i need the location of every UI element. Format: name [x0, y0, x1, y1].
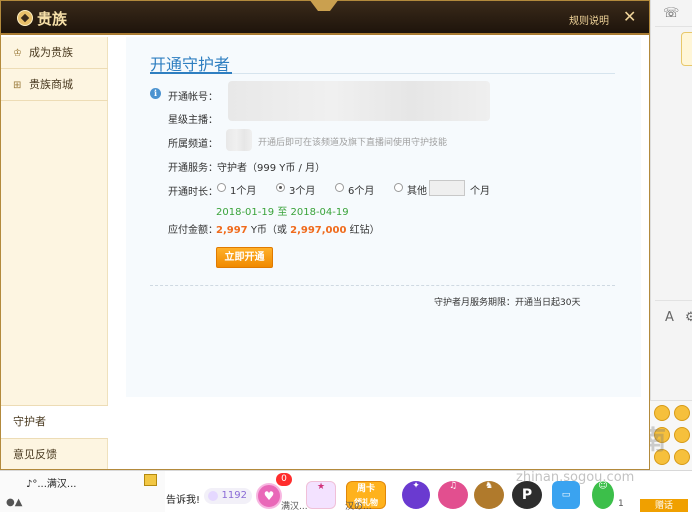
- screen-icon[interactable]: ▭: [552, 481, 580, 509]
- service-label: 开通服务：: [168, 163, 218, 174]
- sign-in-icon[interactable]: ★: [306, 481, 336, 509]
- title-ornament: [309, 0, 339, 11]
- modal-sidebar: ♔ 成为贵族 ⊞ 贵族商城 守护者 意见反馈: [1, 37, 108, 469]
- date-end: 2018-04-19: [290, 207, 349, 218]
- duration-option-label: 6个月: [348, 186, 375, 197]
- amount-red-diamond: 2,997,000: [290, 225, 347, 236]
- channel-list: ♪°...满汉... ●▲: [0, 471, 165, 512]
- chat-text: 满汉...: [281, 502, 308, 512]
- title-underline: [150, 72, 232, 74]
- amount-value: 2,997 Y币（或 2,997,000 红钻）: [216, 221, 380, 236]
- phone-icon[interactable]: ☏: [663, 6, 679, 21]
- sidebar-item-guardian[interactable]: 守护者: [1, 405, 108, 438]
- emoji-icon[interactable]: [674, 427, 690, 443]
- service-period-note: 守护者月服务期限：开通当日起30天: [434, 298, 581, 308]
- other-months-input[interactable]: [429, 180, 465, 196]
- amount-label: 应付金额：: [168, 225, 218, 236]
- divider: [655, 300, 692, 301]
- chat-bubble: [681, 32, 692, 66]
- modal-titlebar: 贵族 规则说明 ✕: [1, 0, 649, 35]
- blurred-account: [228, 81, 490, 121]
- duration-option-label: 1个月: [230, 186, 257, 197]
- emoji-icon[interactable]: [674, 405, 690, 421]
- chat-text: 告诉我!: [166, 495, 201, 506]
- amount-unit: Y币（或: [250, 225, 287, 236]
- horse-icon[interactable]: ♞: [474, 481, 504, 509]
- service-dates: 2018-01-19 至 2018-04-19: [216, 203, 349, 218]
- months-unit: 个月: [470, 186, 490, 197]
- heart-icon[interactable]: ♥: [256, 483, 282, 509]
- modal-title: 贵族: [37, 10, 68, 28]
- amount-ycoin: 2,997: [216, 225, 248, 236]
- channel-hint: 开通后即可在该频道及旗下直播间使用守护技能: [258, 138, 448, 148]
- sidebar-item-label: 守护者: [13, 415, 46, 428]
- crown-icon: ♔: [13, 48, 22, 59]
- sidebar-item-label: 成为贵族: [29, 46, 73, 59]
- sidebar-item-feedback[interactable]: 意见反馈: [1, 438, 108, 471]
- blurred-channel: [226, 129, 252, 151]
- p-icon[interactable]: P: [512, 481, 542, 509]
- weekly-card-label: 周卡: [356, 484, 375, 494]
- gift-icon[interactable]: [144, 474, 157, 486]
- watermark-url: zhinan.sogou.com: [516, 470, 635, 485]
- date-start: 2018-01-19: [216, 207, 275, 218]
- emoji-icon[interactable]: [654, 405, 670, 421]
- duration-radio-1[interactable]: [217, 183, 226, 192]
- count-text: 1: [618, 499, 624, 509]
- rules-link[interactable]: 规则说明: [569, 12, 609, 27]
- date-to: 至: [277, 207, 288, 218]
- duration-radio-other[interactable]: [394, 183, 403, 192]
- popularity-count: 1192: [204, 488, 252, 504]
- game-icon[interactable]: ✦: [402, 481, 430, 509]
- sidebar-item-become-noble[interactable]: ♔ 成为贵族: [1, 37, 108, 69]
- notification-badge: 0: [276, 473, 292, 486]
- noble-modal: 贵族 规则说明 ✕ ♔ 成为贵族 ⊞ 贵族商城 守护者 意见反馈 开通守护者 i 开…: [0, 0, 650, 470]
- settings-icon[interactable]: ⚙: [685, 310, 692, 325]
- duration-radio-6[interactable]: [335, 183, 344, 192]
- music-icon[interactable]: ♫: [438, 481, 468, 509]
- cart-icon: ⊞: [13, 80, 22, 91]
- channel-item[interactable]: ♪°...满汉...: [26, 475, 76, 490]
- duration-label: 开通时长：: [168, 187, 218, 198]
- dashed-divider: [150, 285, 615, 286]
- sidebar-item-noble-mall[interactable]: ⊞ 贵族商城: [1, 69, 108, 101]
- channel-label: 所属频道：: [168, 139, 218, 150]
- sidebar-item-label: 贵族商城: [29, 78, 73, 91]
- sidebar-item-label: 意见反馈: [13, 448, 57, 461]
- gift-send-button[interactable]: 赠话: [640, 499, 688, 512]
- service-value: 守护者（999 Y币 / 月）: [217, 163, 326, 174]
- font-icon[interactable]: A: [665, 310, 674, 325]
- info-icon[interactable]: i: [150, 88, 161, 99]
- user-icon[interactable]: ●▲: [6, 497, 22, 508]
- duration-radio-3[interactable]: [276, 183, 285, 192]
- account-label: 开通帐号：: [168, 92, 218, 103]
- divider: [655, 26, 692, 27]
- duration-option-label: 3个月: [289, 186, 316, 197]
- open-now-button[interactable]: 立即开通: [216, 247, 273, 268]
- anchor-label: 星级主播：: [168, 115, 218, 126]
- game2-icon[interactable]: ☺: [592, 481, 614, 509]
- amount-alt-unit: 红钻）: [349, 225, 380, 236]
- noble-logo-icon: [17, 10, 33, 26]
- emoji-icon[interactable]: [674, 449, 690, 465]
- guardian-form: 开通守护者 i 开通帐号： 星级主播： 所属频道： 开通后即可在该频道及旗下直播…: [126, 37, 641, 397]
- duration-option-label: 其他: [407, 186, 427, 197]
- close-icon[interactable]: ✕: [623, 7, 636, 26]
- chat-text: 汉の...: [345, 502, 372, 512]
